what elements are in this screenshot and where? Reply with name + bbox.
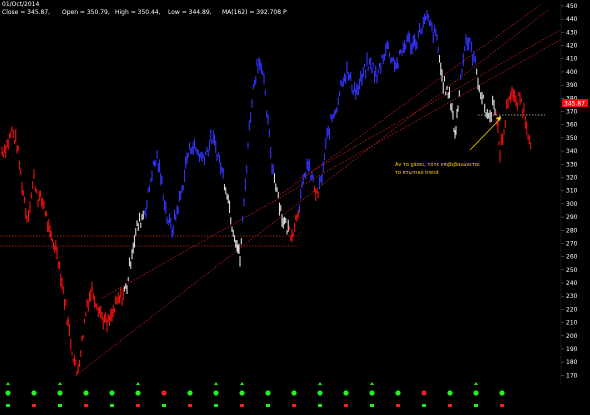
y-tick-label: 400	[566, 69, 578, 76]
y-tick-label: 440	[566, 16, 578, 23]
y-tick-label: 220	[566, 306, 578, 313]
signal-marker	[265, 390, 271, 396]
y-tick-label: 280	[566, 227, 578, 234]
signal-marker	[395, 390, 401, 396]
signal-marker	[317, 390, 323, 396]
y-tick-label: 230	[566, 293, 578, 300]
header-low: Low = 344.89,	[168, 9, 212, 16]
signal-bar	[6, 404, 10, 407]
signal-marker	[369, 390, 375, 396]
header-high: High = 350.44,	[115, 9, 161, 16]
header-open: Open = 350.79,	[62, 9, 110, 16]
signal-bar	[84, 404, 88, 407]
signal-bar	[136, 404, 140, 407]
signal-marker	[31, 390, 37, 396]
signal-bar	[318, 404, 322, 407]
signal-marker	[135, 390, 141, 396]
price-badge-text: 345.87	[564, 101, 585, 108]
signal-marker	[57, 390, 63, 396]
signal-bar	[162, 404, 166, 407]
y-tick-label: 260	[566, 254, 578, 261]
signal-marker	[447, 390, 453, 396]
y-tick-label: 330	[566, 161, 578, 168]
y-tick-label: 360	[566, 122, 578, 129]
signal-bar	[188, 404, 192, 407]
signal-bar	[214, 404, 218, 407]
signal-marker	[343, 390, 349, 396]
signal-marker	[83, 390, 89, 396]
price-chart: 01/Oct/2014 Close = 345.87, Open = 350.7…	[0, 0, 590, 415]
signal-bar	[344, 404, 348, 407]
y-tick-label: 370	[566, 109, 578, 116]
signal-bar	[448, 404, 452, 407]
y-tick-label: 210	[566, 320, 578, 327]
header-ma: MA(162) = 392.708	[222, 9, 281, 16]
y-tick-label: 240	[566, 280, 578, 287]
annotation-line-2: το πτωτικό trend	[395, 169, 439, 176]
header-date: 01/Oct/2014	[2, 1, 40, 8]
signal-bar	[58, 404, 62, 407]
price-badge: 345.87	[562, 99, 588, 108]
signal-bar	[292, 404, 296, 407]
signal-bar	[266, 404, 270, 407]
signal-bar	[422, 404, 426, 407]
y-tick-label: 270	[566, 240, 578, 247]
y-tick-label: 200	[566, 333, 578, 340]
y-tick-label: 410	[566, 56, 578, 63]
signal-bar	[110, 404, 114, 407]
signal-bar	[370, 404, 374, 407]
signal-marker	[5, 390, 11, 396]
y-tick-label: 170	[566, 372, 578, 379]
y-tick-label: 300	[566, 201, 578, 208]
header-ma-flag: P	[283, 9, 287, 16]
signal-marker	[109, 390, 115, 396]
y-tick-label: 310	[566, 188, 578, 195]
signal-marker	[291, 390, 297, 396]
y-tick-label: 290	[566, 214, 578, 221]
signal-marker	[421, 390, 427, 396]
y-tick-label: 190	[566, 346, 578, 353]
signal-marker	[161, 390, 167, 396]
signal-bar	[240, 404, 244, 407]
y-tick-label: 390	[566, 82, 578, 89]
signal-bar	[396, 404, 400, 407]
y-tick-label: 320	[566, 174, 578, 181]
signal-marker	[473, 390, 479, 396]
signal-marker	[239, 390, 245, 396]
y-tick-label: 430	[566, 29, 578, 36]
header-close: Close = 345.87,	[2, 9, 50, 16]
annotation-line-1: Αν το χάσει, τότε επιβεβαιώνεται	[395, 161, 480, 168]
y-tick-label: 420	[566, 43, 578, 50]
signal-marker	[213, 390, 219, 396]
y-tick-label: 180	[566, 359, 578, 366]
y-tick-label: 250	[566, 267, 578, 274]
chart-background	[0, 0, 590, 415]
signal-bar	[500, 404, 504, 407]
signal-marker	[187, 390, 193, 396]
y-tick-label: 350	[566, 135, 578, 142]
y-tick-label: 450	[566, 3, 578, 10]
signal-bar	[32, 404, 36, 407]
signal-marker	[499, 390, 505, 396]
y-tick-label: 340	[566, 148, 578, 155]
signal-bar	[474, 404, 478, 407]
